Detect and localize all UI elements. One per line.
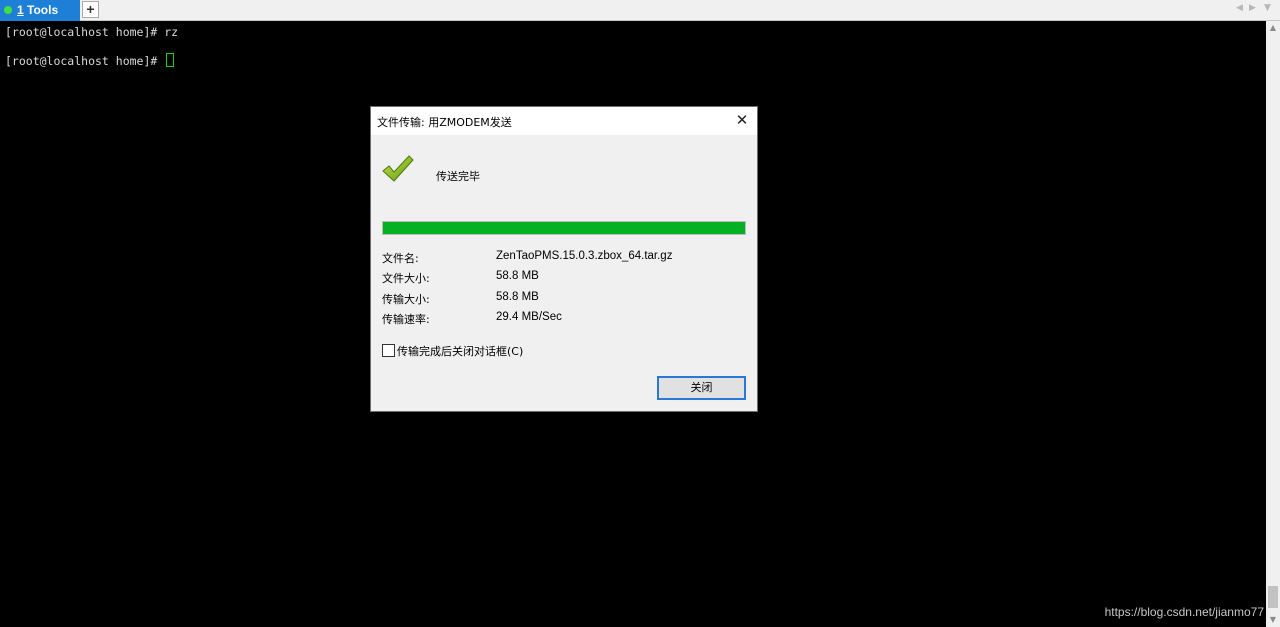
- terminal-scrollbar[interactable]: ▲ ▼: [1266, 21, 1280, 627]
- scrollbar-thumb[interactable]: [1268, 586, 1278, 608]
- auto-close-label[interactable]: 传输完成后关闭对话框(C): [397, 343, 523, 359]
- scroll-up-icon[interactable]: ▲: [1266, 21, 1280, 35]
- tab-number: 1: [17, 3, 24, 17]
- transfer-rate-label: 传输速率:: [382, 313, 430, 326]
- transfer-progress-bar: [382, 221, 746, 235]
- close-button[interactable]: 关闭: [657, 376, 746, 400]
- progress-fill: [383, 222, 745, 234]
- file-name-label: 文件名:: [382, 252, 419, 265]
- tab-tools[interactable]: 1 Tools: [0, 0, 80, 21]
- dialog-titlebar[interactable]: 文件传输: 用ZMODEM发送 ✕: [371, 107, 757, 135]
- file-size-value: 58.8 MB: [496, 270, 539, 282]
- connection-status-icon: [4, 6, 12, 14]
- transfer-status: 传送完毕: [436, 170, 480, 183]
- file-size-label: 文件大小:: [382, 272, 430, 285]
- tab-label: Tools: [23, 3, 59, 17]
- terminal-prompt-line: [root@localhost home]#: [5, 53, 175, 68]
- chevron-left-icon[interactable]: ◀: [1236, 3, 1243, 13]
- scroll-down-icon[interactable]: ▼: [1266, 613, 1280, 627]
- auto-close-checkbox[interactable]: [382, 344, 395, 357]
- terminal-cursor: [166, 53, 175, 67]
- terminal-line: [root@localhost home]#: [5, 54, 165, 68]
- chevron-right-icon[interactable]: ▶: [1249, 3, 1256, 13]
- transfer-rate-value: 29.4 MB/Sec: [496, 311, 562, 323]
- transferred-size-label: 传输大小:: [382, 293, 430, 306]
- terminal-line: [root@localhost home]# rz: [5, 25, 179, 39]
- chevron-down-icon[interactable]: ▼: [1264, 3, 1271, 13]
- close-icon[interactable]: ✕: [733, 111, 751, 129]
- transferred-size-value: 58.8 MB: [496, 291, 539, 303]
- file-name-value: ZenTaoPMS.15.0.3.zbox_64.tar.gz: [496, 250, 673, 262]
- tab-bar: 1 Tools + ◀ ▶ ▼: [0, 0, 1280, 21]
- watermark: https://blog.csdn.net/jianmo77: [1104, 605, 1264, 619]
- file-transfer-dialog: 文件传输: 用ZMODEM发送 ✕ 传送完毕 文件名: ZenTaoPMS.15…: [370, 106, 758, 412]
- dialog-title: 文件传输: 用ZMODEM发送: [377, 116, 512, 129]
- checkmark-icon: [382, 155, 414, 182]
- plus-icon[interactable]: +: [82, 1, 99, 18]
